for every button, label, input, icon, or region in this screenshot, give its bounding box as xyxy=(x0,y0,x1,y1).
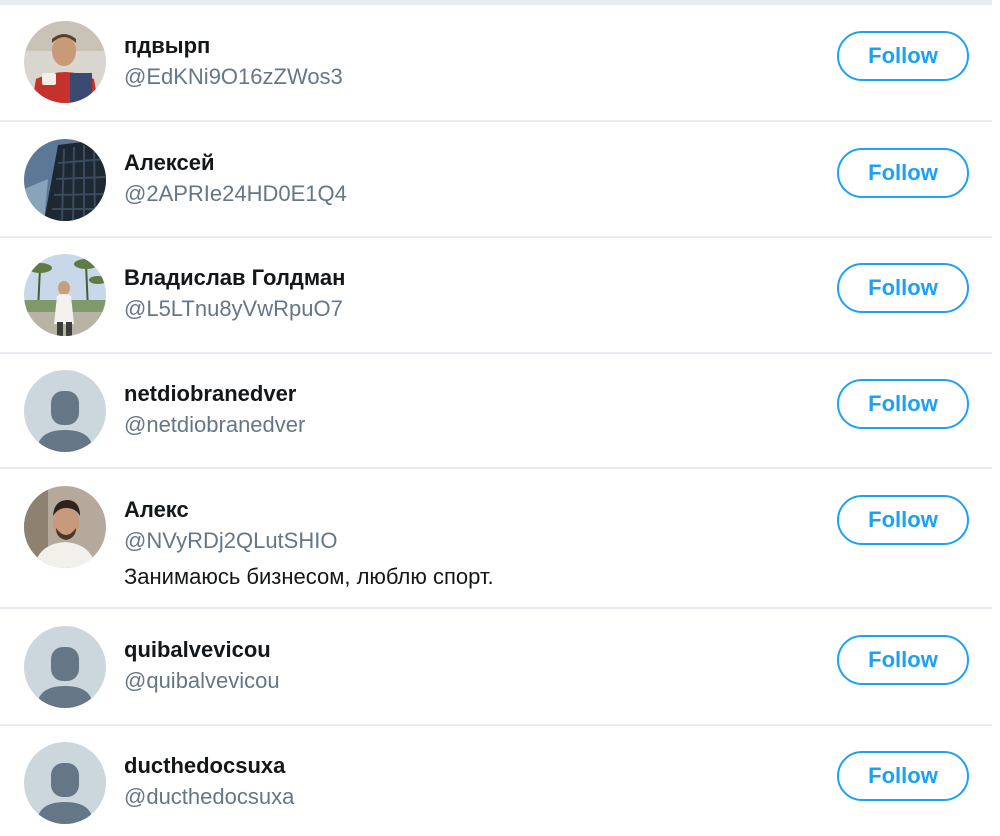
list-item[interactable]: ducthedocsuxa @ducthedocsuxa Follow xyxy=(0,726,992,836)
avatar[interactable] xyxy=(24,254,106,336)
follow-button[interactable]: Follow xyxy=(837,263,969,313)
user-handle[interactable]: @quibalvevicou xyxy=(124,668,280,694)
user-name[interactable]: ducthedocsuxa xyxy=(124,753,285,779)
user-name[interactable]: netdiobranedver xyxy=(124,381,296,407)
user-name[interactable]: Владислав Голдман xyxy=(124,265,345,291)
user-handle[interactable]: @NVyRDj2QLutSHIO xyxy=(124,528,337,554)
list-item[interactable]: пдвырп @EdKNi9O16zZWos3 Follow xyxy=(0,5,992,122)
user-handle[interactable]: @EdKNi9O16zZWos3 xyxy=(124,64,343,90)
list-item[interactable]: quibalvevicou @quibalvevicou Follow xyxy=(0,609,992,726)
follow-button[interactable]: Follow xyxy=(837,751,969,801)
user-bio: Занимаюсь бизнесом, люблю спорт. xyxy=(124,564,494,589)
avatar[interactable] xyxy=(24,626,106,708)
user-handle[interactable]: @ducthedocsuxa xyxy=(124,784,294,810)
follow-button[interactable]: Follow xyxy=(837,635,969,685)
follow-button[interactable]: Follow xyxy=(837,379,969,429)
avatar[interactable] xyxy=(24,139,106,221)
list-item[interactable]: Алекс @NVyRDj2QLutSHIO Занимаюсь бизнесо… xyxy=(0,469,992,609)
follow-button[interactable]: Follow xyxy=(837,148,969,198)
follow-list-panel: пдвырп @EdKNi9O16zZWos3 Follow Алексей @… xyxy=(0,0,992,836)
avatar[interactable] xyxy=(24,742,106,824)
follow-button[interactable]: Follow xyxy=(837,31,969,81)
list-item[interactable]: Владислав Голдман @L5LTnu8yVwRpuO7 Follo… xyxy=(0,238,992,354)
user-name[interactable]: quibalvevicou xyxy=(124,637,271,663)
default-profile-icon xyxy=(24,370,106,452)
avatar[interactable] xyxy=(24,370,106,452)
user-handle[interactable]: @2APRIe24HD0E1Q4 xyxy=(124,181,347,207)
list-item[interactable]: Алексей @2APRIe24HD0E1Q4 Follow xyxy=(0,122,992,238)
default-profile-icon xyxy=(24,626,106,708)
user-handle[interactable]: @netdiobranedver xyxy=(124,412,305,438)
user-name[interactable]: пдвырп xyxy=(124,33,210,59)
list-item[interactable]: netdiobranedver @netdiobranedver Follow xyxy=(0,354,992,469)
default-profile-icon xyxy=(24,742,106,824)
follow-button[interactable]: Follow xyxy=(837,495,969,545)
user-name[interactable]: Алексей xyxy=(124,150,215,176)
avatar[interactable] xyxy=(24,21,106,103)
user-name[interactable]: Алекс xyxy=(124,497,189,523)
user-handle[interactable]: @L5LTnu8yVwRpuO7 xyxy=(124,296,343,322)
user-list: пдвырп @EdKNi9O16zZWos3 Follow Алексей @… xyxy=(0,5,992,836)
avatar[interactable] xyxy=(24,486,106,568)
